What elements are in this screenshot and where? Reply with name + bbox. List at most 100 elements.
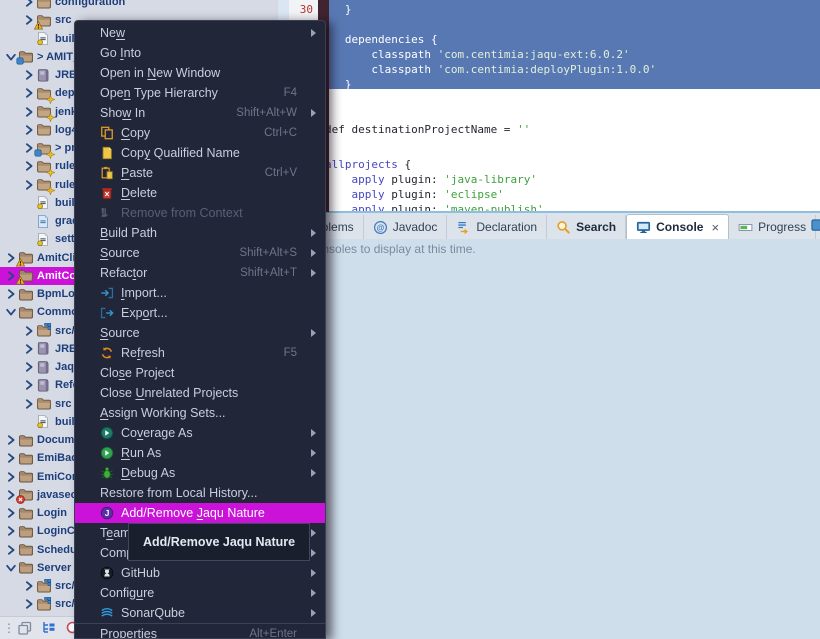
menu-item-shortcut: Shift+Alt+S xyxy=(239,247,297,259)
gradle-editor[interactable]: } dependencies { classpath 'com.centimia… xyxy=(318,0,820,216)
menu-item-label: Team xyxy=(100,526,131,540)
menu-item-label: Refresh xyxy=(121,346,165,360)
menu-item-import[interactable]: Import... xyxy=(75,283,325,303)
submenu-arrow-icon xyxy=(311,569,316,577)
chevron-right-icon[interactable] xyxy=(22,598,35,611)
menu-item-remove-from-context[interactable]: !↓ Remove from Context xyxy=(75,203,325,223)
chevron-right-icon[interactable] xyxy=(22,361,35,374)
menu-item-copy-qualified-name[interactable]: Copy Qualified Name xyxy=(75,143,325,163)
chevron-right-icon[interactable] xyxy=(22,324,35,337)
submenu-arrow-icon xyxy=(311,329,316,337)
menu-item-new[interactable]: New xyxy=(75,23,325,43)
menu-item-run-as[interactable]: Run As xyxy=(75,443,325,463)
menu-item-source-java[interactable]: Source Shift+Alt+S xyxy=(75,243,325,263)
tree-item-label: Server xyxy=(37,561,72,574)
gradle-folder-icon xyxy=(36,214,52,229)
chevron-right-icon[interactable] xyxy=(22,178,35,191)
coverage-icon xyxy=(100,426,115,441)
menu-item-source[interactable]: Source xyxy=(75,323,325,343)
tab-declaration[interactable]: Declaration xyxy=(447,215,548,239)
submenu-arrow-icon xyxy=(311,109,316,117)
restore-windows-icon[interactable] xyxy=(17,620,33,636)
debug-icon xyxy=(100,466,115,481)
tree-view-icon[interactable] xyxy=(41,620,57,636)
close-tab-icon[interactable]: × xyxy=(711,220,719,235)
menu-item-sonarqube[interactable]: SonarQube xyxy=(75,603,325,623)
code-line: classpath 'com.centimia:jaqu-ext:6.0.2' xyxy=(325,48,630,61)
blue-badge-icon xyxy=(34,149,43,158)
menu-item-open-type-hierarchy[interactable]: Open Type Hierarchy F4 xyxy=(75,83,325,103)
menu-item-label: Copy Qualified Name xyxy=(121,146,240,160)
menu-item-label: Run As xyxy=(121,446,162,460)
chevron-right-icon[interactable] xyxy=(22,105,35,118)
menu-item-close-project[interactable]: Close Project xyxy=(75,363,325,383)
menu-item-assign-working-sets[interactable]: Assign Working Sets... xyxy=(75,403,325,423)
tree-item-label: configuration xyxy=(55,0,126,9)
chevron-right-icon[interactable] xyxy=(4,288,17,301)
chevron-right-icon[interactable] xyxy=(22,0,35,9)
menu-item-label: Assign Working Sets... xyxy=(100,406,226,420)
clipped-view-icon xyxy=(811,218,820,232)
menu-item-paste[interactable]: Paste Ctrl+V xyxy=(75,163,325,183)
pkg-folder-icon xyxy=(36,578,52,594)
menu-item-coverage-as[interactable]: Coverage As xyxy=(75,423,325,443)
menu-item-shortcut: F4 xyxy=(283,87,297,99)
folder-icon xyxy=(36,122,52,137)
menu-item-shortcut: Alt+Enter xyxy=(249,628,297,639)
menu-item-properties[interactable]: Properties Alt+Enter xyxy=(75,623,325,639)
menu-item-debug-as[interactable]: Debug As xyxy=(75,463,325,483)
menu-item-refresh[interactable]: Refresh F5 xyxy=(75,343,325,363)
menu-item-close-unrelated-projects[interactable]: Close Unrelated Projects xyxy=(75,383,325,403)
tab-console[interactable]: Console × xyxy=(626,214,730,239)
gradle-file-icon xyxy=(36,195,52,210)
chevron-right-icon[interactable] xyxy=(4,507,17,520)
tab-label: Progress xyxy=(758,220,807,234)
gradle-file-icon xyxy=(36,232,52,247)
chevron-right-icon[interactable] xyxy=(22,160,35,173)
code-lines: } dependencies { classpath 'com.centimia… xyxy=(318,0,820,216)
chevron-right-icon[interactable] xyxy=(22,397,35,410)
menu-item-label: Source xyxy=(100,246,140,260)
tree-item-configuration[interactable]: configuration xyxy=(0,0,278,11)
warn-badge-icon xyxy=(33,20,44,30)
library-icon xyxy=(36,360,52,375)
chevron-right-icon[interactable] xyxy=(22,123,35,136)
chevron-right-icon[interactable] xyxy=(22,342,35,355)
menu-item-label: Paste xyxy=(121,166,153,180)
chevron-down-icon[interactable] xyxy=(4,561,17,574)
menu-item-configure[interactable]: Configure xyxy=(75,583,325,603)
chevron-right-icon[interactable] xyxy=(22,580,35,593)
menu-item-add-remove-jaqu-nature[interactable]: J Add/Remove Jaqu Nature xyxy=(75,503,325,523)
tab-javadoc[interactable]: @ Javadoc xyxy=(364,215,448,239)
chevron-right-icon[interactable] xyxy=(22,379,35,392)
drag-handle-icon[interactable]: ⋮ xyxy=(3,621,15,635)
menu-item-label: Remove from Context xyxy=(121,206,243,220)
tab-progress[interactable]: Progress xyxy=(729,215,817,239)
tab-search[interactable]: Search xyxy=(547,215,627,239)
chevron-right-icon[interactable] xyxy=(4,543,17,556)
menu-item-build-path[interactable]: Build Path xyxy=(75,223,325,243)
menu-item-open-in-new-window[interactable]: Open in New Window xyxy=(75,63,325,83)
menu-item-delete[interactable]: Delete xyxy=(75,183,325,203)
menu-item-github[interactable]: GitHub xyxy=(75,563,325,583)
menu-item-label: Close Project xyxy=(100,366,175,380)
chevron-right-icon[interactable] xyxy=(4,452,17,465)
menu-item-copy[interactable]: Copy Ctrl+C xyxy=(75,123,325,143)
menu-item-restore-from-local-history[interactable]: Restore from Local History... xyxy=(75,483,325,503)
chevron-right-icon[interactable] xyxy=(4,434,17,447)
chevron-right-icon[interactable] xyxy=(22,87,35,100)
menu-item-export[interactable]: Export... xyxy=(75,303,325,323)
chevron-down-icon[interactable] xyxy=(4,306,17,319)
warn-badge-icon xyxy=(15,276,26,285)
menu-item-label: Show In xyxy=(100,106,146,120)
chevron-right-icon[interactable] xyxy=(4,470,17,483)
chevron-right-icon[interactable] xyxy=(4,525,17,538)
menu-item-show-in[interactable]: Show In Shift+Alt+W xyxy=(75,103,325,123)
submenu-arrow-icon xyxy=(311,609,316,617)
blue-badge-icon xyxy=(16,57,25,66)
run-icon xyxy=(100,446,115,461)
menu-item-label: Close Unrelated Projects xyxy=(100,386,239,400)
chevron-right-icon[interactable] xyxy=(22,69,35,82)
menu-item-go-into[interactable]: Go Into xyxy=(75,43,325,63)
menu-item-refactor[interactable]: Refactor Shift+Alt+T xyxy=(75,263,325,283)
